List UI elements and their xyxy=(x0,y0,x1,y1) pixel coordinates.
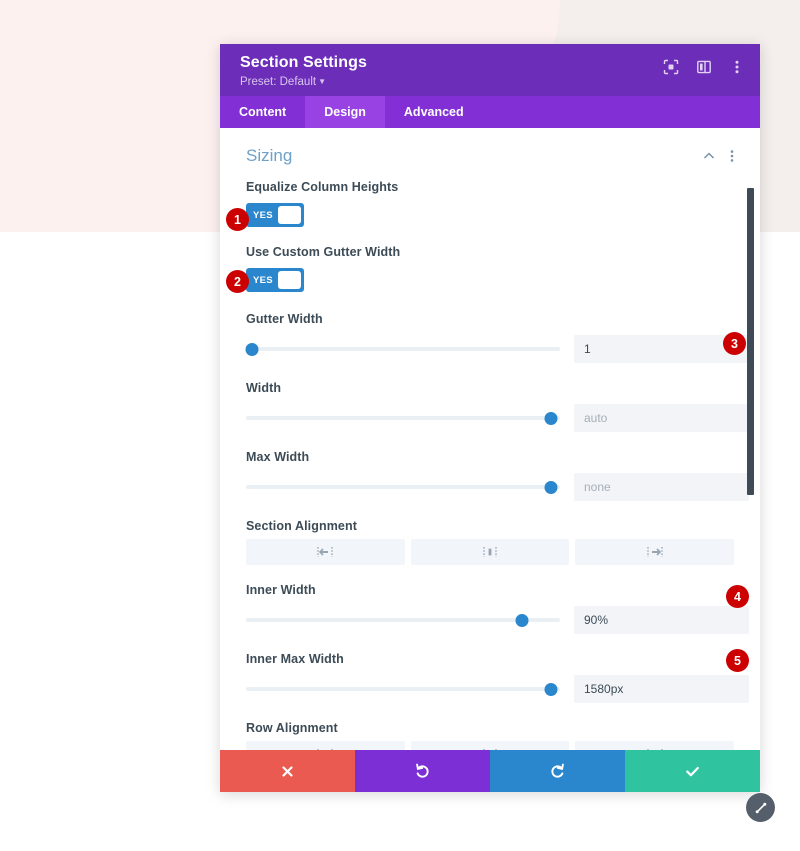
align-right-icon[interactable] xyxy=(575,741,735,750)
field-label: Max Width xyxy=(246,450,310,464)
row-alignment-button-group xyxy=(246,741,735,750)
focus-icon[interactable] xyxy=(662,58,680,76)
undo-button[interactable] xyxy=(355,750,490,792)
tab-design[interactable]: Design xyxy=(305,96,385,128)
chevron-up-icon[interactable] xyxy=(702,149,716,163)
slider-row xyxy=(246,473,749,501)
field-label: Inner Max Width xyxy=(246,652,344,666)
field-label: Gutter Width xyxy=(246,312,323,326)
panel-scrollbar-thumb[interactable] xyxy=(747,188,754,495)
toggle-knob xyxy=(277,206,301,224)
max-width-input[interactable] xyxy=(574,473,749,501)
field-width: Width xyxy=(246,381,749,432)
preset-label: Preset: Default xyxy=(240,76,317,88)
more-vertical-icon[interactable] xyxy=(728,58,746,76)
field-inner-max-width: Inner Max Width xyxy=(246,652,749,703)
slider-thumb[interactable] xyxy=(544,411,558,425)
inner-width-input[interactable] xyxy=(574,606,749,634)
step-badge-1: 1 xyxy=(226,208,249,231)
section-header-icon-group xyxy=(702,149,734,163)
inner-max-width-input[interactable] xyxy=(574,675,749,703)
align-center-icon[interactable] xyxy=(410,741,570,750)
slider-row xyxy=(246,606,749,634)
chevron-down-icon: ▼ xyxy=(318,77,326,86)
slider-track xyxy=(246,618,560,622)
gutter-width-slider[interactable] xyxy=(245,339,560,359)
slider-thumb[interactable] xyxy=(544,682,558,696)
section-alignment-button-group xyxy=(246,539,735,565)
step-badge-4: 4 xyxy=(726,585,749,608)
field-label: Use Custom Gutter Width xyxy=(246,245,401,259)
field-use-custom-gutter-width: Use Custom Gutter Width YES xyxy=(246,245,734,292)
field-section-alignment: Section Alignment xyxy=(246,519,735,565)
toggle-knob xyxy=(277,271,301,289)
inner-width-slider[interactable] xyxy=(246,610,560,630)
field-label: Width xyxy=(246,381,282,395)
use-custom-gutter-width-toggle[interactable]: YES xyxy=(246,268,304,292)
slider-thumb[interactable] xyxy=(515,613,529,627)
toggle-label: YES xyxy=(253,274,273,286)
toggle-wrap: YES xyxy=(246,268,304,292)
width-input[interactable] xyxy=(574,404,749,432)
section-title-sizing: Sizing xyxy=(246,146,293,165)
sizing-section-header: Sizing xyxy=(246,128,734,180)
more-vertical-icon[interactable] xyxy=(730,149,734,163)
save-button[interactable] xyxy=(625,750,760,792)
width-slider[interactable] xyxy=(246,408,560,428)
slider-track xyxy=(246,485,560,489)
align-right-icon[interactable] xyxy=(575,539,735,565)
slider-row xyxy=(245,335,749,363)
slider-track xyxy=(246,687,560,691)
tab-bar: Content Design Advanced xyxy=(220,96,760,128)
field-label: Section Alignment xyxy=(246,519,357,533)
step-badge-5: 5 xyxy=(726,649,749,672)
section-settings-modal: Section Settings Preset: Default ▼ Conte… xyxy=(220,44,760,792)
inner-max-width-slider[interactable] xyxy=(246,679,560,699)
tab-advanced[interactable]: Advanced xyxy=(385,96,483,128)
field-label: Inner Width xyxy=(246,583,316,597)
slider-track xyxy=(246,416,560,420)
toggle-label: YES xyxy=(253,209,273,221)
settings-panel-body: Sizing Equalize Column Heights YES Use C… xyxy=(220,128,760,750)
slider-row xyxy=(246,675,749,703)
field-equalize-column-heights: Equalize Column Heights YES xyxy=(246,180,734,227)
step-badge-2: 2 xyxy=(226,270,249,293)
step-badge-3: 3 xyxy=(723,332,746,355)
equalize-column-heights-toggle[interactable]: YES xyxy=(246,203,304,227)
field-row-alignment: Row Alignment xyxy=(246,721,735,750)
resize-handle-icon[interactable] xyxy=(746,793,775,822)
modal-header: Section Settings Preset: Default ▼ xyxy=(220,44,760,96)
slider-track xyxy=(246,347,560,351)
field-inner-width: Inner Width xyxy=(246,583,749,634)
max-width-slider[interactable] xyxy=(246,477,560,497)
field-label: Row Alignment xyxy=(246,721,338,735)
field-label: Equalize Column Heights xyxy=(246,180,399,194)
toggle-wrap: YES xyxy=(246,203,304,227)
slider-row xyxy=(246,404,749,432)
align-center-icon[interactable] xyxy=(410,539,570,565)
layout-columns-icon[interactable] xyxy=(695,58,713,76)
redo-button[interactable] xyxy=(490,750,625,792)
cancel-button[interactable] xyxy=(220,750,355,792)
align-left-icon[interactable] xyxy=(246,539,405,565)
tab-content[interactable]: Content xyxy=(220,96,305,128)
field-max-width: Max Width xyxy=(246,450,749,501)
field-gutter-width: Gutter Width xyxy=(245,312,749,363)
align-left-icon[interactable] xyxy=(246,741,405,750)
slider-thumb[interactable] xyxy=(544,480,558,494)
slider-thumb[interactable] xyxy=(245,342,259,356)
header-icon-group xyxy=(662,58,746,76)
modal-footer xyxy=(220,750,760,792)
preset-selector[interactable]: Preset: Default ▼ xyxy=(240,74,742,90)
